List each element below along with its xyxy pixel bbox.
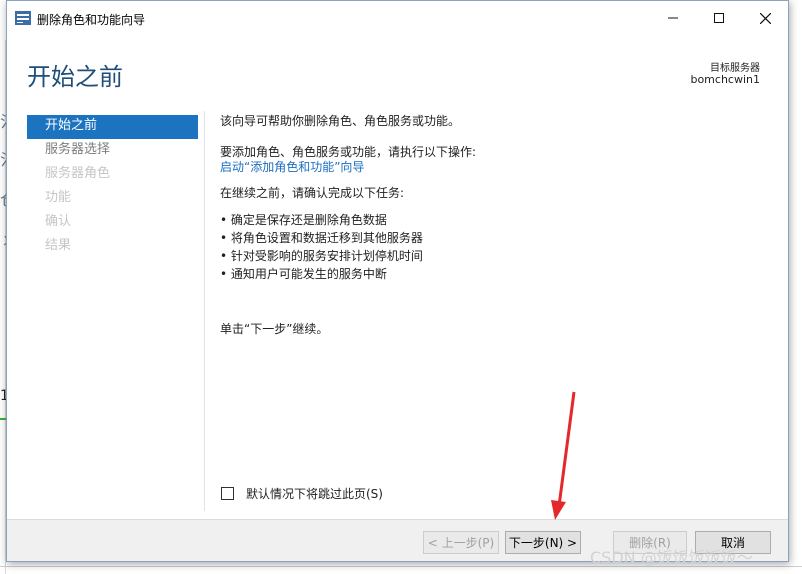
continue-hint-text: 单击“下一步”继续。 <box>220 322 329 336</box>
maximize-icon <box>714 13 724 23</box>
nav-step-server-roles: 服务器角色 <box>45 166 111 181</box>
task-list: • 确定是保存还是删除角色数据 • 将角色设置和数据迁移到其他服务器 • 针对受… <box>220 211 423 283</box>
skip-page-option[interactable]: 默认情况下将跳过此页(S) <box>221 485 383 502</box>
target-server-label: 目标服务器 <box>710 63 760 74</box>
list-item: • 确定是保存还是删除角色数据 <box>220 213 387 227</box>
wizard-header: 开始之前 目标服务器 bomchcwin1 <box>7 35 788 105</box>
csdn-watermark: CSDN @饭饭饭饭饭～ <box>590 548 753 567</box>
nav-step-results: 结果 <box>45 238 72 253</box>
window-title: 删除角色和功能向导 <box>37 13 146 27</box>
minimize-icon <box>668 17 678 19</box>
wizard-steps-nav: 开始之前 服务器选择 服务器角色 功能 确认 结果 <box>27 115 198 259</box>
close-icon <box>759 12 771 24</box>
target-server-value: bomchcwin1 <box>690 73 760 86</box>
title-bar[interactable]: 删除角色和功能向导 <box>7 1 788 35</box>
nav-divider <box>204 111 205 511</box>
server-manager-icon <box>15 11 31 25</box>
skip-page-label: 默认情况下将跳过此页(S) <box>246 487 383 501</box>
nav-step-server-selection[interactable]: 服务器选择 <box>27 139 198 163</box>
remove-roles-wizard-window: 删除角色和功能向导 开始之前 目标服务器 bomchcwin1 开始之前 服务器… <box>6 0 789 562</box>
minimize-button[interactable] <box>650 1 696 35</box>
confirm-prompt-text: 在继续之前，请确认完成以下任务: <box>220 186 405 200</box>
add-prompt-text: 要添加角色、角色服务或功能，请执行以下操作: <box>220 145 477 159</box>
skip-page-checkbox[interactable] <box>221 487 234 500</box>
nav-step-features: 功能 <box>45 190 72 205</box>
intro-text: 该向导可帮助你删除角色、角色服务或功能。 <box>220 114 461 128</box>
list-item: • 通知用户可能发生的服务中断 <box>220 267 387 281</box>
maximize-button[interactable] <box>696 1 742 35</box>
close-button[interactable] <box>742 1 788 35</box>
list-item: • 将角色设置和数据迁移到其他服务器 <box>220 231 423 245</box>
nav-step-before-you-begin[interactable]: 开始之前 <box>27 115 198 139</box>
previous-button[interactable]: < 上一步(P) <box>423 531 499 554</box>
list-item: • 针对受影响的服务安排计划停机时间 <box>220 249 423 263</box>
page-title: 开始之前 <box>27 63 123 91</box>
nav-step-confirmation: 确认 <box>45 214 72 229</box>
add-roles-wizard-link[interactable]: 启动“添加角色和功能”向导 <box>220 159 364 175</box>
next-button[interactable]: 下一步(N) > <box>505 531 581 554</box>
